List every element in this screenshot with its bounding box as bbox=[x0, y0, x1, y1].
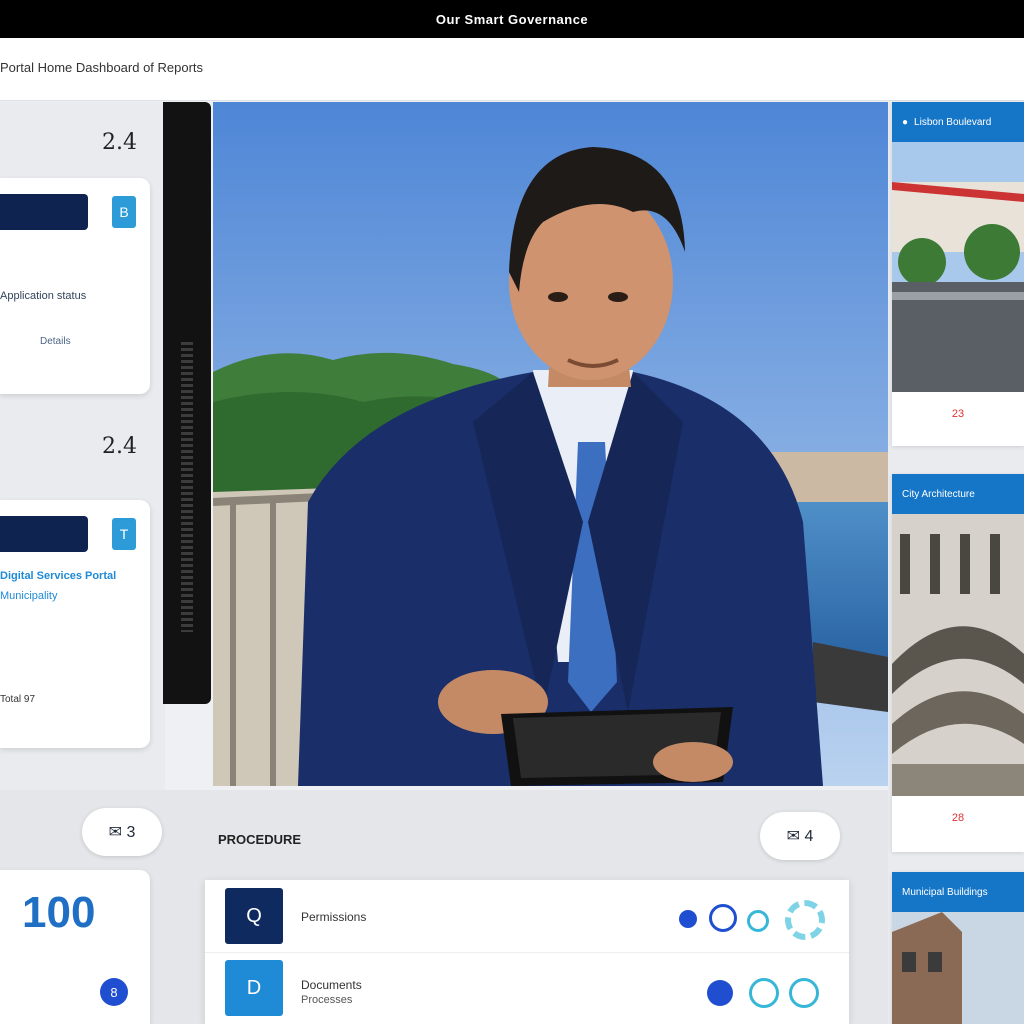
section-label: PROCEDURE bbox=[218, 832, 302, 847]
status-card-2[interactable]: T Digital Services Portal Municipality T… bbox=[0, 500, 150, 748]
vertical-scroll-strip[interactable] bbox=[163, 102, 211, 704]
book-icon[interactable]: B bbox=[112, 196, 136, 228]
card-1-label: Application status bbox=[0, 290, 87, 302]
tile-2-count: 28 bbox=[951, 812, 965, 824]
tile-2-title: City Architecture bbox=[902, 488, 975, 500]
breadcrumb[interactable]: Portal Home Dashboard of Reports bbox=[0, 60, 203, 75]
hero-photo bbox=[213, 102, 888, 786]
status-dot-filled[interactable] bbox=[707, 980, 733, 1006]
tile-2-thumbnail[interactable] bbox=[892, 514, 1024, 796]
tile-3-header: Municipal Buildings bbox=[892, 872, 1024, 912]
message-count-left: ✉ 3 bbox=[108, 824, 136, 841]
tile-1-title: Lisbon Boulevard bbox=[914, 116, 992, 128]
list-item-label: Permissions bbox=[301, 910, 367, 924]
status-card-1[interactable]: B Application status Details bbox=[0, 178, 150, 394]
status-bar-1 bbox=[0, 194, 88, 230]
list-item[interactable]: Q Permissions bbox=[205, 880, 849, 953]
status-bar-2 bbox=[0, 516, 88, 552]
tile-1-header: ● Lisbon Boulevard bbox=[892, 102, 1024, 142]
metric-value-2: 2.4 bbox=[102, 434, 137, 459]
tile-1-count: 23 bbox=[951, 408, 965, 420]
card-1-link[interactable]: Details bbox=[40, 336, 71, 347]
message-bubble-right[interactable]: ✉ 4 bbox=[760, 812, 840, 860]
list-item-sublabel: Processes bbox=[301, 994, 353, 1006]
arches-photo bbox=[892, 514, 1024, 796]
search-icon[interactable]: Q bbox=[225, 888, 283, 944]
breadcrumb-bar: Portal Home Dashboard of Reports bbox=[0, 38, 1024, 101]
status-dot-filled[interactable] bbox=[679, 910, 697, 928]
status-ring[interactable] bbox=[749, 978, 779, 1008]
gallery-tile-2[interactable]: City Architecture 28 bbox=[892, 474, 1024, 852]
card-2-label-2: Municipality bbox=[0, 590, 58, 602]
list-item-label: Documents bbox=[301, 978, 362, 992]
app-title: Our Smart Governance bbox=[435, 11, 589, 27]
big-stat-number: 100 bbox=[22, 888, 96, 937]
document-icon[interactable]: D bbox=[225, 960, 283, 1016]
right-sidebar: ● Lisbon Boulevard 23 City Architecture bbox=[888, 102, 1024, 1024]
tile-3-title: Municipal Buildings bbox=[902, 886, 988, 898]
building-photo bbox=[892, 912, 1024, 1024]
businessman-with-tablet-illustration bbox=[213, 102, 888, 786]
location-pin-icon: ● bbox=[902, 116, 909, 128]
gallery-tile-1[interactable]: ● Lisbon Boulevard 23 bbox=[892, 102, 1024, 446]
procedure-list: Q Permissions D Documents Processes bbox=[205, 880, 849, 1024]
card-2-total: Total 97 bbox=[0, 694, 36, 705]
refresh-icon[interactable] bbox=[785, 900, 825, 940]
status-ring[interactable] bbox=[789, 978, 819, 1008]
window-title-bar: Our Smart Governance bbox=[0, 0, 1024, 38]
message-bubble-left[interactable]: ✉ 3 bbox=[82, 808, 162, 856]
tile-3-thumbnail[interactable] bbox=[892, 912, 1024, 1024]
tablet-icon[interactable]: T bbox=[112, 518, 136, 550]
tile-2-header: City Architecture bbox=[892, 474, 1024, 514]
street-photo bbox=[892, 142, 1024, 392]
left-sidebar: 2.4 B Application status Details 2.4 T D… bbox=[0, 102, 165, 792]
status-ring[interactable] bbox=[709, 904, 737, 932]
stat-badge[interactable]: 8 bbox=[100, 978, 128, 1006]
list-item[interactable]: D Documents Processes bbox=[205, 952, 849, 1024]
tile-1-thumbnail[interactable] bbox=[892, 142, 1024, 392]
message-count-right: ✉ 4 bbox=[786, 828, 814, 845]
vertical-label bbox=[181, 342, 193, 632]
metric-value-1: 2.4 bbox=[102, 130, 137, 155]
status-ring-small[interactable] bbox=[747, 910, 769, 932]
card-2-label[interactable]: Digital Services Portal bbox=[0, 570, 116, 582]
gallery-tile-3[interactable]: Municipal Buildings bbox=[892, 872, 1024, 1024]
